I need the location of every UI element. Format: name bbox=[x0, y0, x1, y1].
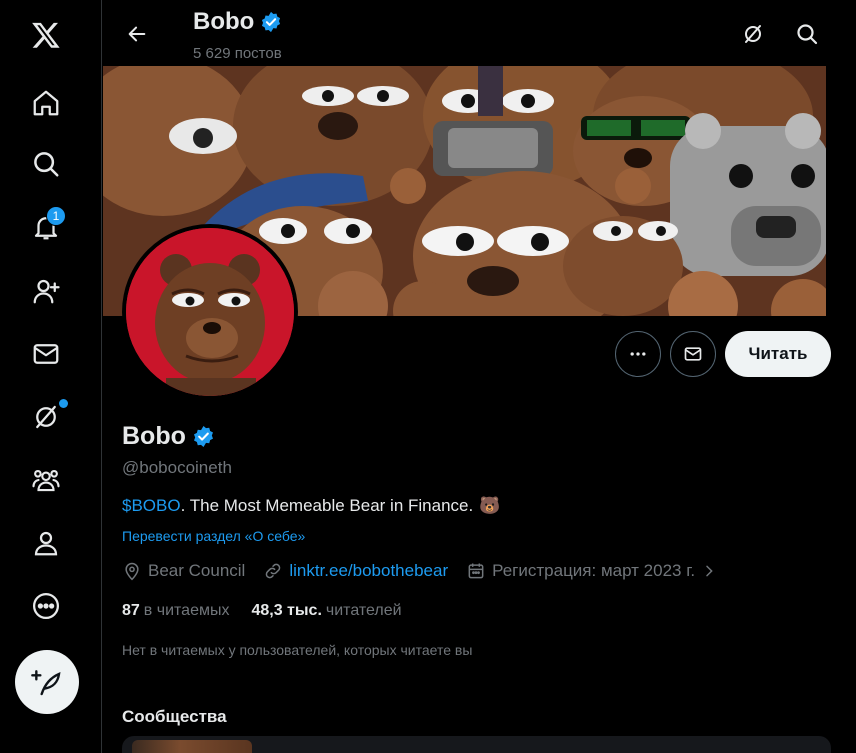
bio-cashtag-link[interactable]: $BOBO bbox=[122, 496, 181, 515]
posts-count: 5 629 постов bbox=[193, 45, 282, 62]
community-thumbnail bbox=[132, 740, 252, 753]
header-name: Bobo bbox=[193, 8, 255, 35]
message-button[interactable] bbox=[670, 331, 716, 377]
profile-header: Bobo 5 629 постов bbox=[103, 0, 856, 66]
mail-icon[interactable] bbox=[17, 325, 75, 383]
header-title: Bobo bbox=[193, 8, 282, 36]
grok-icon bbox=[745, 25, 761, 43]
search-icon bbox=[797, 24, 818, 45]
back-button[interactable] bbox=[117, 14, 157, 54]
location-item: Bear Council bbox=[122, 561, 245, 581]
translate-bio-link[interactable]: Перевести раздел «О себе» bbox=[122, 528, 305, 544]
notification-badge: 1 bbox=[46, 206, 66, 226]
profile-handle: @bobocoineth bbox=[122, 458, 232, 477]
verified-badge-icon bbox=[262, 11, 281, 33]
compose-post-icon bbox=[31, 670, 61, 696]
compose-post-button[interactable] bbox=[15, 650, 79, 714]
location-text: Bear Council bbox=[148, 561, 246, 580]
grok-dot-indicator bbox=[59, 399, 68, 408]
left-nav: 1 bbox=[0, 0, 102, 753]
chevron-right-icon bbox=[706, 565, 713, 577]
followers-link[interactable]: 48,3 тыс. читателей bbox=[251, 602, 401, 620]
notifications-bell-icon[interactable] bbox=[17, 198, 75, 256]
followers-count: 48,3 тыс. bbox=[251, 602, 322, 619]
more-options-button[interactable] bbox=[615, 331, 661, 377]
follow-user-icon[interactable] bbox=[17, 262, 75, 320]
joined-date: Регистрация: март 2023 г. bbox=[492, 561, 696, 580]
search-icon[interactable] bbox=[17, 135, 75, 193]
community-card[interactable] bbox=[122, 736, 831, 753]
following-label: в читаемых bbox=[143, 602, 230, 619]
mail-icon bbox=[684, 347, 702, 361]
bear-emoji: 🐻 bbox=[479, 496, 501, 515]
profile-bio: $BOBO. The Most Memeable Bear in Finance… bbox=[122, 496, 500, 516]
location-pin-icon bbox=[125, 562, 139, 581]
profile-stats: 87 в читаемых 48,3 тыс. читателей bbox=[122, 602, 402, 620]
following-count: 87 bbox=[122, 602, 140, 619]
profile-avatar[interactable] bbox=[122, 224, 298, 400]
avatar-bear-image bbox=[126, 228, 294, 396]
calendar-icon bbox=[468, 563, 484, 579]
link-icon bbox=[266, 563, 281, 579]
more-horizontal-icon bbox=[630, 352, 646, 356]
grok-analyze-button[interactable] bbox=[733, 14, 773, 54]
x-logo-icon[interactable] bbox=[17, 6, 75, 64]
grok-icon[interactable] bbox=[17, 388, 75, 446]
search-profile-button[interactable] bbox=[787, 14, 827, 54]
communities-icon[interactable] bbox=[17, 451, 75, 509]
verified-badge-icon[interactable] bbox=[192, 425, 215, 448]
profile-name: Bobo bbox=[122, 422, 186, 450]
more-circle-icon[interactable] bbox=[17, 577, 75, 635]
joined-item[interactable]: Регистрация: март 2023 г. bbox=[466, 561, 717, 581]
website-item: linktr.ee/bobothebear bbox=[263, 561, 448, 581]
home-icon[interactable] bbox=[17, 74, 75, 132]
follow-button[interactable]: Читать bbox=[725, 331, 831, 377]
profile-icon[interactable] bbox=[17, 514, 75, 572]
followed-by-note: Нет в читаемых у пользователей, которых … bbox=[122, 642, 473, 658]
followers-label: читателей bbox=[325, 602, 402, 619]
arrow-left-icon bbox=[128, 26, 146, 42]
profile-name-row: Bobo bbox=[122, 422, 215, 451]
website-link[interactable]: linktr.ee/bobothebear bbox=[289, 561, 448, 581]
communities-heading: Сообщества bbox=[122, 707, 227, 726]
profile-meta: Bear Council linktr.ee/bobothebear Регис… bbox=[122, 561, 735, 581]
bio-text: . The Most Memeable Bear in Finance. bbox=[180, 496, 474, 515]
following-link[interactable]: 87 в читаемых bbox=[122, 602, 229, 620]
